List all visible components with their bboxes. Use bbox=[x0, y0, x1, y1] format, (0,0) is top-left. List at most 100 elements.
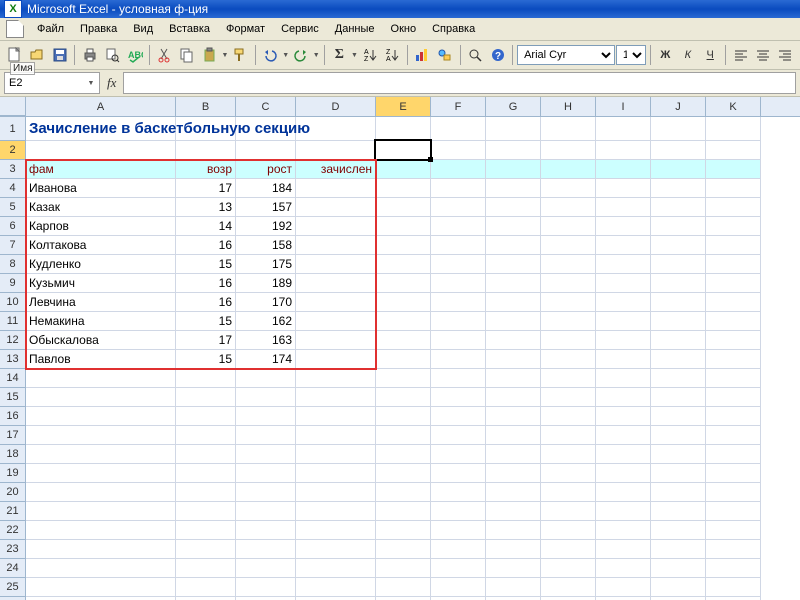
row-header[interactable]: 20 bbox=[0, 483, 26, 502]
cell-C5[interactable]: 157 bbox=[236, 198, 296, 217]
cell-A1[interactable]: Зачисление в баскетбольную секцию bbox=[26, 117, 176, 141]
cell-F6[interactable] bbox=[431, 217, 486, 236]
cell-B20[interactable] bbox=[176, 483, 236, 502]
cell-H4[interactable] bbox=[541, 179, 596, 198]
cell-C11[interactable]: 162 bbox=[236, 312, 296, 331]
cell-B16[interactable] bbox=[176, 407, 236, 426]
cell-D15[interactable] bbox=[296, 388, 376, 407]
cell-A2[interactable] bbox=[26, 141, 176, 160]
cell-A13[interactable]: Павлов bbox=[26, 350, 176, 369]
font-size-select[interactable]: 10 bbox=[616, 45, 646, 65]
cell-E10[interactable] bbox=[376, 293, 431, 312]
cell-G20[interactable] bbox=[486, 483, 541, 502]
cell-C21[interactable] bbox=[236, 502, 296, 521]
row-header[interactable]: 9 bbox=[0, 274, 26, 293]
cell-H5[interactable] bbox=[541, 198, 596, 217]
paste-dropdown-icon[interactable]: ▼ bbox=[221, 52, 228, 59]
cell-B18[interactable] bbox=[176, 445, 236, 464]
cell-G11[interactable] bbox=[486, 312, 541, 331]
cell-B24[interactable] bbox=[176, 559, 236, 578]
menu-tools[interactable]: Сервис bbox=[274, 21, 326, 37]
cell-F8[interactable] bbox=[431, 255, 486, 274]
cell-B15[interactable] bbox=[176, 388, 236, 407]
row-header[interactable]: 4 bbox=[0, 179, 26, 198]
cell-G18[interactable] bbox=[486, 445, 541, 464]
underline-button[interactable]: Ч bbox=[700, 43, 721, 67]
cell-B22[interactable] bbox=[176, 521, 236, 540]
spelling-icon[interactable]: ABC bbox=[124, 43, 145, 67]
cell-J4[interactable] bbox=[651, 179, 706, 198]
row-header[interactable]: 11 bbox=[0, 312, 26, 331]
help-icon[interactable]: ? bbox=[487, 43, 508, 67]
cell-D11[interactable] bbox=[296, 312, 376, 331]
col-header-F[interactable]: F bbox=[431, 97, 486, 116]
cell-J11[interactable] bbox=[651, 312, 706, 331]
cell-C19[interactable] bbox=[236, 464, 296, 483]
cell-D10[interactable] bbox=[296, 293, 376, 312]
cell-J10[interactable] bbox=[651, 293, 706, 312]
row-header[interactable]: 16 bbox=[0, 407, 26, 426]
cell-H2[interactable] bbox=[541, 141, 596, 160]
cell-G5[interactable] bbox=[486, 198, 541, 217]
print-icon[interactable] bbox=[79, 43, 100, 67]
cell-B7[interactable]: 16 bbox=[176, 236, 236, 255]
cell-J9[interactable] bbox=[651, 274, 706, 293]
cell-H22[interactable] bbox=[541, 521, 596, 540]
col-header-C[interactable]: C bbox=[236, 97, 296, 116]
cell-E25[interactable] bbox=[376, 578, 431, 597]
cell-C2[interactable] bbox=[236, 141, 296, 160]
cell-I10[interactable] bbox=[596, 293, 651, 312]
row-header[interactable]: 12 bbox=[0, 331, 26, 350]
cell-E20[interactable] bbox=[376, 483, 431, 502]
cell-F11[interactable] bbox=[431, 312, 486, 331]
cell-E1[interactable] bbox=[376, 117, 431, 141]
cell-F24[interactable] bbox=[431, 559, 486, 578]
cell-H9[interactable] bbox=[541, 274, 596, 293]
menu-window[interactable]: Окно bbox=[384, 21, 424, 37]
cell-K3[interactable] bbox=[706, 160, 761, 179]
cell-K20[interactable] bbox=[706, 483, 761, 502]
cell-K10[interactable] bbox=[706, 293, 761, 312]
redo-icon[interactable] bbox=[290, 43, 311, 67]
cell-C14[interactable] bbox=[236, 369, 296, 388]
cell-I25[interactable] bbox=[596, 578, 651, 597]
cell-E17[interactable] bbox=[376, 426, 431, 445]
cell-I18[interactable] bbox=[596, 445, 651, 464]
cell-K24[interactable] bbox=[706, 559, 761, 578]
cell-C23[interactable] bbox=[236, 540, 296, 559]
cell-F13[interactable] bbox=[431, 350, 486, 369]
cell-E18[interactable] bbox=[376, 445, 431, 464]
cell-K15[interactable] bbox=[706, 388, 761, 407]
col-header-I[interactable]: I bbox=[596, 97, 651, 116]
spreadsheet-grid[interactable]: ABCDEFGHIJK1Зачисление в баскетбольную с… bbox=[0, 97, 800, 600]
cell-A19[interactable] bbox=[26, 464, 176, 483]
cell-J15[interactable] bbox=[651, 388, 706, 407]
cell-G24[interactable] bbox=[486, 559, 541, 578]
cell-K19[interactable] bbox=[706, 464, 761, 483]
cell-K11[interactable] bbox=[706, 312, 761, 331]
cell-H1[interactable] bbox=[541, 117, 596, 141]
cell-H21[interactable] bbox=[541, 502, 596, 521]
cell-I8[interactable] bbox=[596, 255, 651, 274]
col-header-J[interactable]: J bbox=[651, 97, 706, 116]
row-header[interactable]: 1 bbox=[0, 117, 26, 141]
paste-icon[interactable] bbox=[199, 43, 220, 67]
cell-G10[interactable] bbox=[486, 293, 541, 312]
cell-K17[interactable] bbox=[706, 426, 761, 445]
cell-I23[interactable] bbox=[596, 540, 651, 559]
row-header[interactable]: 25 bbox=[0, 578, 26, 597]
cell-B10[interactable]: 16 bbox=[176, 293, 236, 312]
open-icon[interactable] bbox=[26, 43, 47, 67]
cell-J22[interactable] bbox=[651, 521, 706, 540]
cell-J14[interactable] bbox=[651, 369, 706, 388]
row-header[interactable]: 2 bbox=[0, 141, 26, 160]
cell-B23[interactable] bbox=[176, 540, 236, 559]
cell-I17[interactable] bbox=[596, 426, 651, 445]
cell-F22[interactable] bbox=[431, 521, 486, 540]
cell-G21[interactable] bbox=[486, 502, 541, 521]
menu-insert[interactable]: Вставка bbox=[162, 21, 217, 37]
cell-J23[interactable] bbox=[651, 540, 706, 559]
cell-H11[interactable] bbox=[541, 312, 596, 331]
cell-B13[interactable]: 15 bbox=[176, 350, 236, 369]
cell-H18[interactable] bbox=[541, 445, 596, 464]
